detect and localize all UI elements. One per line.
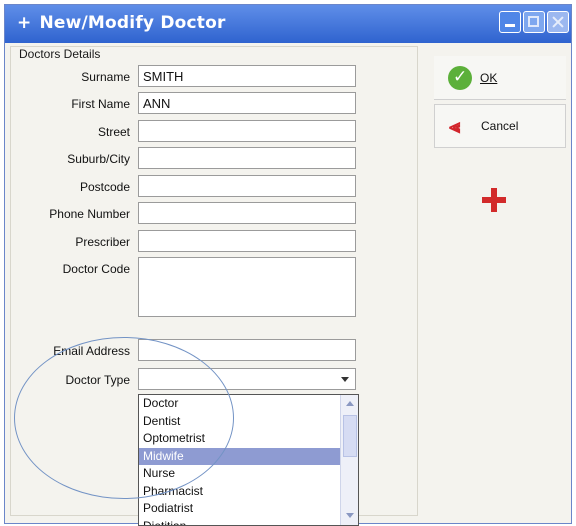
scrollbar[interactable]	[340, 395, 358, 525]
email-address-label: Email Address	[53, 344, 130, 358]
street-field[interactable]	[138, 120, 356, 142]
plus-icon: +	[17, 13, 32, 33]
list-item[interactable]: Dietitian	[139, 518, 358, 526]
maximize-button[interactable]	[523, 11, 545, 33]
window-title-text: New/Modify Doctor	[39, 13, 226, 33]
ok-label: OK	[480, 70, 498, 85]
list-item-selected[interactable]: Midwife	[139, 447, 358, 465]
suburb-city-label: Suburb/City	[67, 152, 130, 166]
ok-button[interactable]: OK	[434, 56, 566, 100]
minimize-button[interactable]	[499, 11, 521, 33]
group-label: Doctors Details	[17, 47, 103, 61]
surname-label: Surname	[81, 70, 130, 84]
scroll-down-icon[interactable]	[343, 509, 356, 523]
postcode-label: Postcode	[79, 180, 130, 194]
postcode-field[interactable]	[138, 175, 356, 197]
doctor-type-dropdown-list[interactable]: Doctor Dentist Optometrist Midwife Nurse…	[138, 394, 359, 526]
cancel-label: Cancel	[481, 119, 519, 133]
list-item[interactable]: Optometrist	[139, 430, 358, 448]
red-plus-icon	[482, 188, 506, 212]
prescriber-field[interactable]	[138, 230, 356, 252]
phone-number-label: Phone Number	[49, 207, 130, 221]
street-label: Street	[97, 125, 130, 139]
list-item[interactable]: Dentist	[139, 413, 358, 431]
checkmark-icon	[448, 65, 472, 90]
title-bar[interactable]: + New/Modify Doctor	[5, 5, 571, 43]
cancel-button[interactable]: ⫷ Cancel	[434, 104, 566, 148]
doctor-type-select[interactable]	[138, 368, 356, 390]
phone-number-field[interactable]	[138, 202, 356, 224]
list-item[interactable]: Pharmacist	[139, 483, 358, 501]
list-item[interactable]: Doctor	[139, 395, 358, 413]
chevron-down-icon[interactable]	[337, 371, 353, 387]
scroll-thumb[interactable]	[343, 415, 357, 457]
list-item[interactable]: Podiatrist	[139, 500, 358, 518]
suburb-city-field[interactable]	[138, 147, 356, 169]
list-item[interactable]: Nurse	[139, 465, 358, 483]
doctor-code-field[interactable]	[138, 257, 356, 317]
prescriber-label: Prescriber	[75, 235, 130, 249]
doctor-type-label: Doctor Type	[65, 373, 130, 387]
window-title: + New/Modify Doctor	[17, 13, 226, 33]
doctor-code-label: Doctor Code	[62, 262, 130, 276]
close-button[interactable]	[547, 11, 569, 33]
first-name-field[interactable]	[138, 92, 356, 114]
cancel-icon: ⫷	[449, 114, 461, 138]
email-address-field[interactable]	[138, 339, 356, 361]
surname-field[interactable]	[138, 65, 356, 87]
scroll-up-icon[interactable]	[343, 397, 356, 411]
first-name-label: First Name	[71, 97, 130, 111]
